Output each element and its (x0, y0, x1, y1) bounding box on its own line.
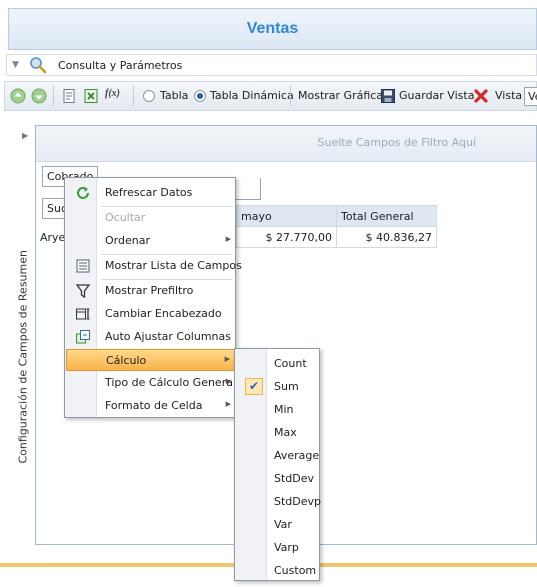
menu-item-label: Ocultar (105, 211, 146, 224)
menu-item-label: Cambiar Encabezado (105, 307, 222, 320)
submenu-arrow-icon: ▶ (225, 377, 231, 385)
calc-item-max[interactable]: Max (236, 421, 319, 444)
calc-item-var[interactable]: Var (236, 513, 319, 536)
menu-item-label: Mostrar Prefiltro (105, 284, 194, 297)
menu-item-calculo[interactable]: Cálculo ▶ (66, 349, 235, 371)
view-label: Vista (495, 89, 523, 102)
calc-item-label: Custom (274, 564, 317, 577)
column-header[interactable]: Total General (336, 205, 437, 227)
radio-tabla-dinamica[interactable] (194, 90, 206, 102)
menu-item-ocultar[interactable]: Ocultar (66, 207, 235, 229)
column-header[interactable]: mayo (236, 205, 337, 227)
save-view-button[interactable]: Guardar Vista (399, 89, 474, 102)
radio-tabla-dinamica-label[interactable]: Tabla Dinámica (210, 89, 294, 102)
expand-arrow-icon[interactable]: ▶ (22, 131, 28, 140)
formula-icon[interactable]: f(x) (105, 88, 120, 99)
menu-item-auto-ajustar-columnas[interactable]: Auto Ajustar Columnas (66, 326, 235, 348)
calc-item-label: Count (274, 357, 307, 370)
magnifier-icon (30, 57, 47, 74)
calc-item-stddevp[interactable]: StdDevp (236, 490, 322, 513)
header-icon (76, 308, 90, 320)
toolbar-separator (290, 86, 291, 106)
autofit-icon (76, 330, 90, 344)
summary-fields-label: Configuración de Campos de Resumen (16, 250, 30, 464)
title-bar: Ventas (8, 8, 537, 50)
radio-tabla[interactable] (143, 90, 155, 102)
filter-icon (75, 284, 91, 299)
document-icon[interactable] (61, 88, 77, 104)
query-parameters-label[interactable]: Consulta y Parámetros (58, 59, 182, 72)
data-cell[interactable]: $ 40.836,27 (336, 226, 437, 248)
refresh-icon (77, 187, 89, 199)
menu-item-label: Mostrar Lista de Campos (105, 259, 242, 272)
menu-item-label: Refrescar Datos (105, 186, 193, 199)
query-parameters-bar[interactable]: ▼ Consulta y Parámetros (6, 54, 537, 76)
calc-item-sum[interactable]: ✔ Sum (236, 375, 319, 398)
filter-drop-area[interactable]: Suelte Campos de Filtro Aquí (36, 126, 536, 162)
menu-item-tipo-calculo-general[interactable]: Tipo de Cálculo General ▶ (66, 372, 237, 394)
calc-item-stddev[interactable]: StdDev (236, 467, 319, 490)
view-select[interactable]: Ve (524, 87, 537, 106)
checkmark-icon: ✔ (245, 378, 263, 395)
arrow-down-icon[interactable] (31, 88, 47, 104)
toolbar: f(x) Tabla Tabla Dinámica Mostrar Gráfic… (4, 81, 537, 111)
calc-item-varp[interactable]: Varp (236, 536, 319, 559)
row-label: Arye (40, 231, 66, 244)
calc-item-label: StdDev (274, 472, 315, 485)
menu-item-ordenar[interactable]: Ordenar ▶ (66, 230, 235, 252)
excel-export-icon[interactable] (83, 88, 99, 104)
menu-item-label: Tipo de Cálculo General (105, 376, 237, 389)
menu-item-refrescar-datos[interactable]: Refrescar Datos (66, 182, 235, 204)
calc-item-label: Varp (274, 541, 299, 554)
chevron-down-icon[interactable]: ▼ (12, 60, 19, 70)
radio-tabla-label[interactable]: Tabla (160, 89, 188, 102)
menu-item-label: Ordenar (105, 234, 150, 247)
menu-item-formato-celda[interactable]: Formato de Celda ▶ (66, 395, 235, 417)
field-list-icon (76, 259, 90, 273)
menu-item-label: Formato de Celda (105, 399, 203, 412)
submenu-arrow-icon: ▶ (225, 235, 231, 243)
save-disk-icon[interactable] (380, 88, 396, 104)
calc-item-label: Max (274, 426, 297, 439)
data-cell[interactable]: $ 27.770,00 (236, 226, 337, 248)
context-menu: Refrescar Datos Ocultar Ordenar ▶ Mostra… (64, 177, 242, 418)
calc-item-count[interactable]: Count (236, 352, 319, 375)
calc-item-label: Var (274, 518, 292, 531)
submenu-arrow-icon: ▶ (225, 400, 231, 408)
summary-fields-panel[interactable]: ▶ Configuración de Campos de Resumen (8, 125, 36, 545)
menu-item-label: Auto Ajustar Columnas (105, 330, 231, 343)
toolbar-separator (133, 86, 134, 106)
calc-item-label: Min (274, 403, 294, 416)
submenu-arrow-icon: ▶ (224, 355, 230, 363)
menu-item-mostrar-lista-campos[interactable]: Mostrar Lista de Campos (66, 255, 242, 277)
show-chart-button[interactable]: Mostrar Gráfica (298, 89, 383, 102)
calc-item-label: Average (274, 449, 320, 462)
page-title: Ventas (246, 20, 299, 37)
calc-item-label: Sum (274, 380, 299, 393)
calculation-submenu: Count ✔ Sum Min Max Average StdDev StdDev… (234, 348, 322, 582)
toolbar-separator (53, 86, 54, 106)
filter-drop-hint: Suelte Campos de Filtro Aquí (317, 136, 476, 149)
menu-item-label: Cálculo (106, 354, 147, 367)
menu-item-cambiar-encabezado[interactable]: Cambiar Encabezado (66, 303, 235, 325)
arrow-up-icon[interactable] (10, 88, 26, 104)
menu-item-mostrar-prefiltro[interactable]: Mostrar Prefiltro (66, 280, 235, 302)
calc-item-average[interactable]: Average (236, 444, 319, 467)
calc-item-label: StdDevp (274, 495, 322, 508)
calc-item-custom[interactable]: Custom (236, 559, 319, 582)
calc-item-min[interactable]: Min (236, 398, 319, 421)
delete-x-icon[interactable] (473, 88, 489, 104)
